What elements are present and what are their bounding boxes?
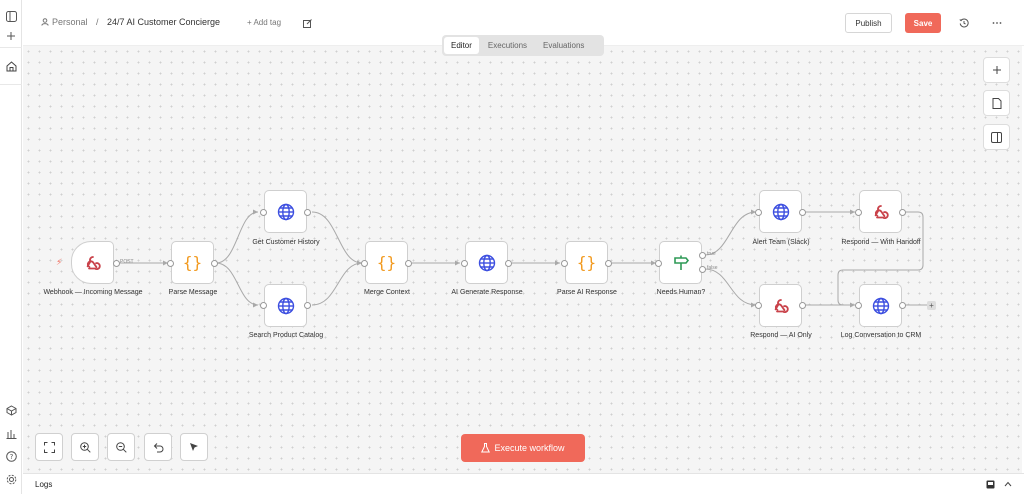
input-port[interactable] — [260, 209, 267, 216]
webhook-icon — [86, 255, 101, 270]
undo-icon — [153, 442, 163, 452]
node-search-product-catalog[interactable] — [264, 284, 307, 327]
input-port[interactable] — [655, 260, 662, 267]
node-merge-context[interactable]: {} — [365, 241, 408, 284]
output-port[interactable] — [899, 209, 906, 216]
output-port[interactable] — [605, 260, 612, 267]
node-label: AI Generate Response — [451, 289, 523, 296]
node-label: Merge Context — [364, 289, 410, 296]
globe-icon — [478, 254, 495, 271]
tidy-up-button[interactable] — [180, 433, 208, 461]
node-label: Respond — AI Only — [750, 332, 812, 339]
wand-icon — [190, 443, 198, 451]
port-tag-post: POST — [120, 259, 134, 265]
input-port[interactable] — [167, 260, 174, 267]
port-tag-true: true — [707, 251, 716, 257]
node-label: Parse Message — [168, 289, 218, 296]
logs-panel[interactable]: Logs — [23, 473, 1024, 494]
node-ai-generate-response[interactable] — [465, 241, 508, 284]
tab-evaluations[interactable]: Evaluations — [536, 37, 591, 54]
connection-true-alert — [704, 211, 757, 256]
node-needs-human[interactable] — [659, 241, 702, 284]
zoom-out-icon — [115, 441, 127, 453]
node-label: Webhook — Incoming Message — [43, 289, 143, 296]
undo-button[interactable] — [144, 433, 172, 461]
signpost-icon — [673, 255, 689, 270]
node-parse-message[interactable]: {} — [171, 241, 214, 284]
output-port[interactable] — [899, 302, 906, 309]
input-port[interactable] — [755, 302, 762, 309]
connection-false-respond — [704, 268, 757, 306]
input-port[interactable] — [755, 209, 762, 216]
input-port[interactable] — [855, 302, 862, 309]
input-port[interactable] — [361, 260, 368, 267]
node-label: Log Conversation to CRM — [840, 332, 922, 339]
globe-icon — [872, 297, 889, 314]
output-port-true[interactable] — [699, 252, 706, 259]
view-tabs: Editor Executions Evaluations — [442, 35, 604, 56]
zoom-out-button[interactable] — [107, 433, 135, 461]
output-port[interactable] — [304, 302, 311, 309]
node-get-customer-history[interactable] — [264, 190, 307, 233]
code-braces-icon: {} — [182, 253, 203, 272]
tab-executions[interactable]: Executions — [481, 37, 534, 54]
webhook-icon — [774, 298, 789, 313]
logs-label: Logs — [35, 480, 53, 489]
fit-view-icon — [43, 441, 55, 453]
popout-icon[interactable] — [986, 480, 995, 489]
zoom-in-icon — [79, 441, 91, 453]
output-port[interactable] — [405, 260, 412, 267]
execute-workflow-button[interactable]: Execute workflow — [461, 434, 585, 462]
input-port[interactable] — [855, 209, 862, 216]
output-port[interactable] — [113, 260, 120, 267]
input-port[interactable] — [260, 302, 267, 309]
note-icon — [992, 97, 1001, 109]
code-braces-icon: {} — [576, 253, 597, 272]
output-port-false[interactable] — [699, 266, 706, 273]
node-label: Search Product Catalog — [248, 332, 324, 339]
trigger-bolt-icon: ⚡ — [56, 257, 63, 267]
output-port[interactable] — [505, 260, 512, 267]
connection-parse-catalog — [215, 262, 259, 306]
plus-icon — [992, 66, 1001, 74]
connection-catalog-merge — [311, 262, 363, 306]
execute-workflow-label: Execute workflow — [494, 443, 565, 453]
node-label: Alert Team (Slack) — [752, 239, 810, 246]
webhook-icon — [874, 204, 889, 219]
input-port[interactable] — [461, 260, 468, 267]
node-respond-with-handoff[interactable] — [859, 190, 902, 233]
node-label: Needs Human? — [656, 289, 706, 296]
node-log-conversation-to-crm[interactable] — [859, 284, 902, 327]
output-port[interactable] — [304, 209, 311, 216]
node-respond-ai-only[interactable] — [759, 284, 802, 327]
tab-editor[interactable]: Editor — [444, 37, 479, 54]
output-port[interactable] — [211, 260, 218, 267]
zoom-in-button[interactable] — [71, 433, 99, 461]
add-node-button[interactable] — [983, 57, 1010, 83]
node-webhook[interactable] — [71, 241, 114, 284]
globe-icon — [277, 297, 294, 314]
toggle-panel-button[interactable] — [983, 124, 1010, 150]
node-label: Respond — With Handoff — [841, 239, 921, 246]
node-label: Get Customer History — [252, 239, 320, 246]
output-port[interactable] — [799, 209, 806, 216]
add-next-node-icon[interactable]: + — [927, 301, 936, 310]
node-parse-ai-response[interactable]: {} — [565, 241, 608, 284]
code-braces-icon: {} — [376, 253, 397, 272]
globe-icon — [277, 203, 294, 220]
input-port[interactable] — [561, 260, 568, 267]
panel-icon — [991, 131, 1002, 143]
flask-icon — [481, 443, 491, 453]
sticky-note-button[interactable] — [983, 90, 1010, 116]
globe-icon — [772, 203, 789, 220]
output-port[interactable] — [799, 302, 806, 309]
zoom-to-fit-button[interactable] — [35, 433, 63, 461]
connection-lines — [118, 209, 927, 308]
node-alert-team-slack[interactable] — [759, 190, 802, 233]
chevron-up-icon[interactable] — [1004, 481, 1012, 487]
port-tag-false: false — [707, 265, 718, 271]
